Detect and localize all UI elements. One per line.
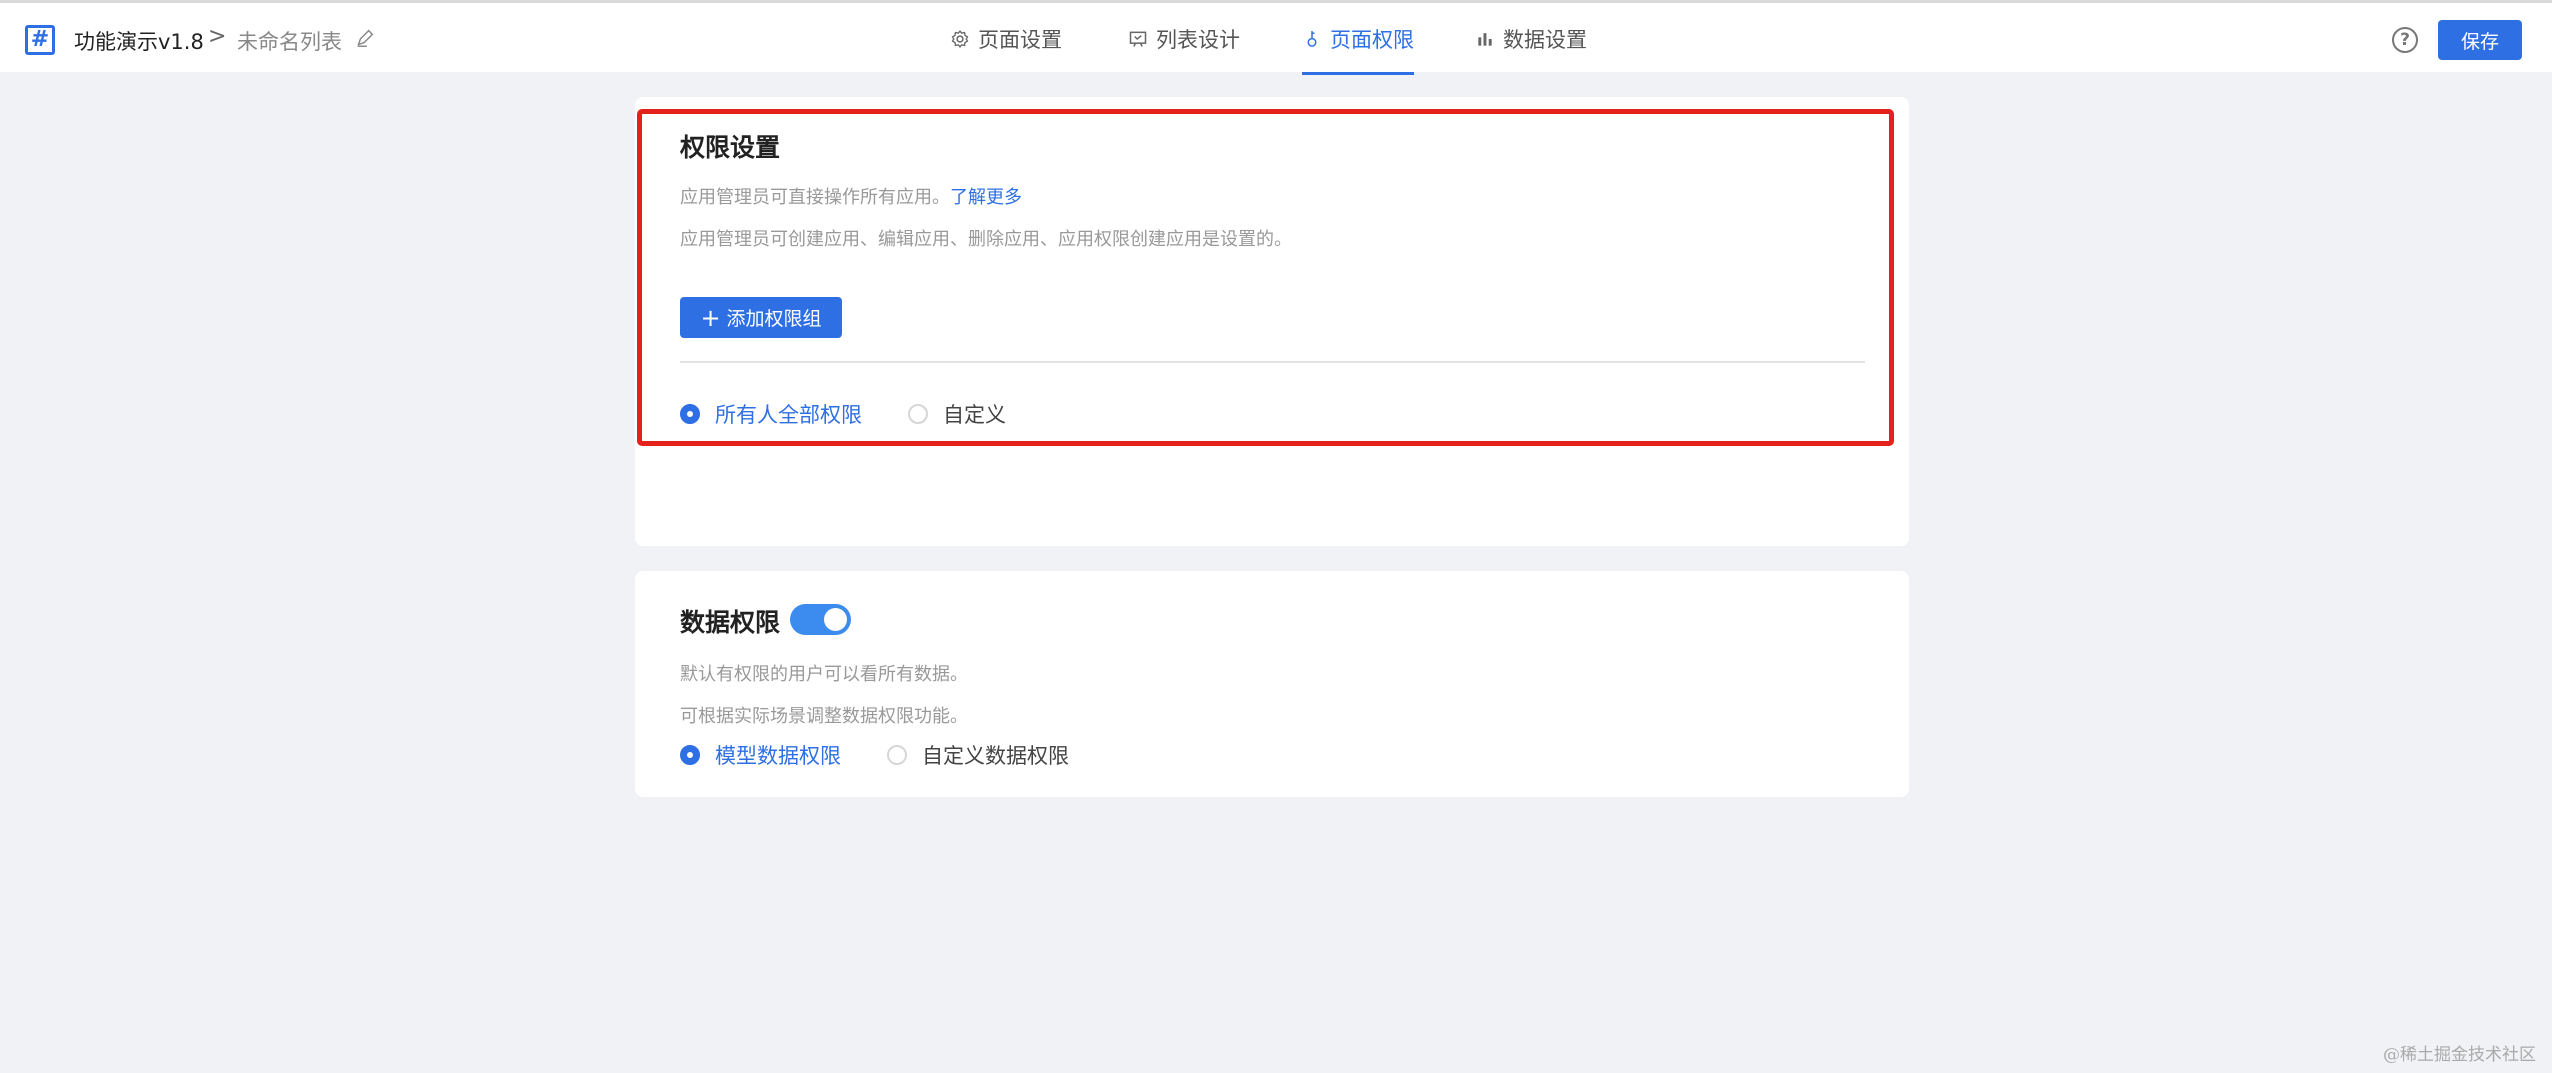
tab-label: 列表设计 — [1156, 28, 1240, 52]
data-permission-description: 默认有权限的用户可以看所有数据。 — [680, 664, 968, 685]
tab-label: 页面权限 — [1330, 28, 1414, 52]
radio-model-data-permission[interactable]: 模型数据权限 — [680, 740, 841, 770]
list-design-icon — [1129, 31, 1147, 47]
toggle-knob — [824, 608, 847, 631]
radio-all-permissions[interactable]: 所有人全部权限 — [680, 399, 862, 429]
add-permission-group-label: 添加权限组 — [726, 308, 822, 330]
radio-label: 自定义 — [943, 403, 1006, 427]
breadcrumb-separator-icon: > — [208, 24, 227, 49]
data-permission-title: 数据权限 — [680, 608, 781, 637]
gear-icon — [951, 30, 969, 48]
permission-detail-text: 应用管理员可创建应用、编辑应用、删除应用、应用权限创建应用是设置的。 — [680, 229, 1292, 250]
radio-unchecked-icon — [908, 404, 928, 424]
radio-label: 自定义数据权限 — [922, 744, 1069, 768]
radio-custom[interactable]: 自定义 — [908, 399, 1006, 429]
add-permission-group-button[interactable]: + 添加权限组 — [680, 297, 842, 338]
permission-settings-title: 权限设置 — [680, 133, 781, 162]
radio-label: 所有人全部权限 — [715, 403, 862, 427]
radio-custom-data-permission[interactable]: 自定义数据权限 — [887, 740, 1069, 770]
tab-data-settings[interactable]: 数据设置 — [1475, 3, 1587, 75]
plus-icon: + — [700, 303, 721, 332]
help-icon[interactable]: ? — [2392, 27, 2418, 53]
permission-description-text: 应用管理员可直接操作所有应用。 — [680, 187, 950, 208]
save-button[interactable]: 保存 — [2438, 20, 2522, 60]
tab-label: 页面设置 — [978, 28, 1062, 52]
data-permission-toggle[interactable] — [790, 604, 851, 635]
edit-icon[interactable] — [354, 27, 376, 49]
list-name: 未命名列表 — [237, 30, 342, 54]
top-bar: # 功能演示v1.8 > 未命名列表 页面设置 列表设计 页面权限 数据设置 ?… — [0, 0, 2552, 75]
bar-chart-icon — [1478, 33, 1492, 46]
data-permission-detail: 可根据实际场景调整数据权限功能。 — [680, 706, 968, 727]
radio-label: 模型数据权限 — [715, 744, 841, 768]
tab-page-settings[interactable]: 页面设置 — [950, 3, 1062, 75]
app-title[interactable]: 功能演示v1.8 — [74, 26, 204, 56]
key-icon — [1307, 31, 1317, 47]
tab-label: 数据设置 — [1503, 28, 1587, 52]
permission-description: 应用管理员可直接操作所有应用。了解更多 — [680, 183, 1022, 209]
app-logo-icon: # — [25, 25, 55, 55]
divider — [680, 361, 1865, 363]
learn-more-link[interactable]: 了解更多 — [950, 187, 1022, 208]
watermark: @稀土掘金技术社区 — [2383, 1045, 2536, 1065]
radio-unchecked-icon — [887, 745, 907, 765]
tab-list-design[interactable]: 列表设计 — [1128, 3, 1240, 75]
radio-checked-icon — [680, 745, 700, 765]
tab-page-permission[interactable]: 页面权限 — [1302, 3, 1414, 75]
radio-checked-icon — [680, 404, 700, 424]
